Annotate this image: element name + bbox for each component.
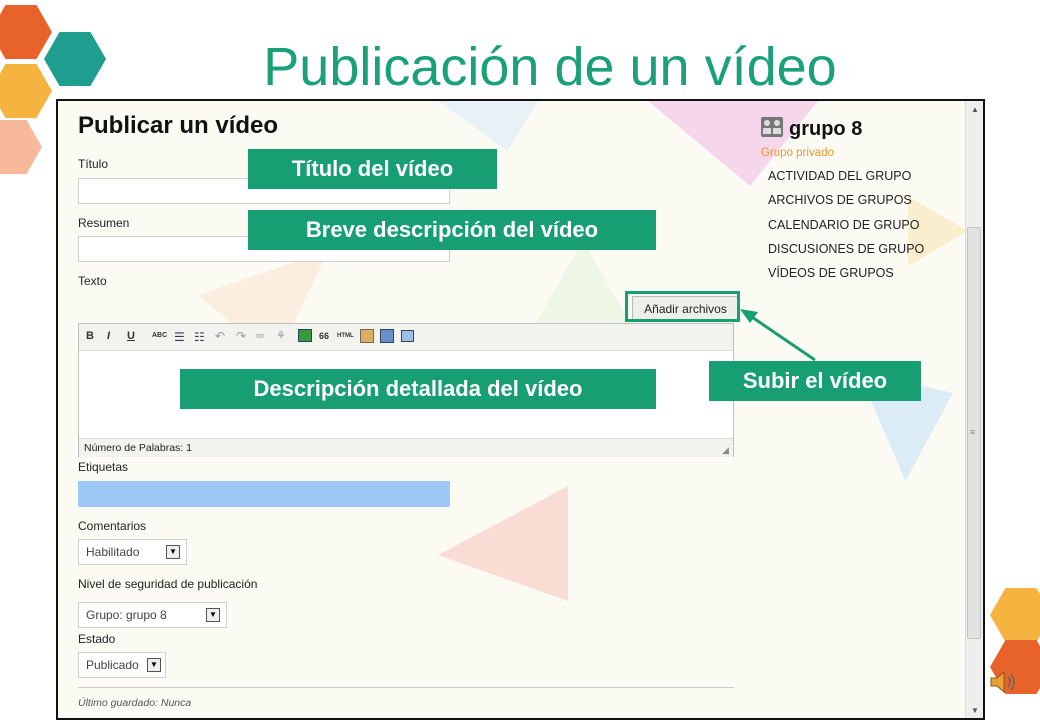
callout-arrow: [740, 309, 816, 362]
speaker-icon[interactable]: [988, 668, 1020, 696]
